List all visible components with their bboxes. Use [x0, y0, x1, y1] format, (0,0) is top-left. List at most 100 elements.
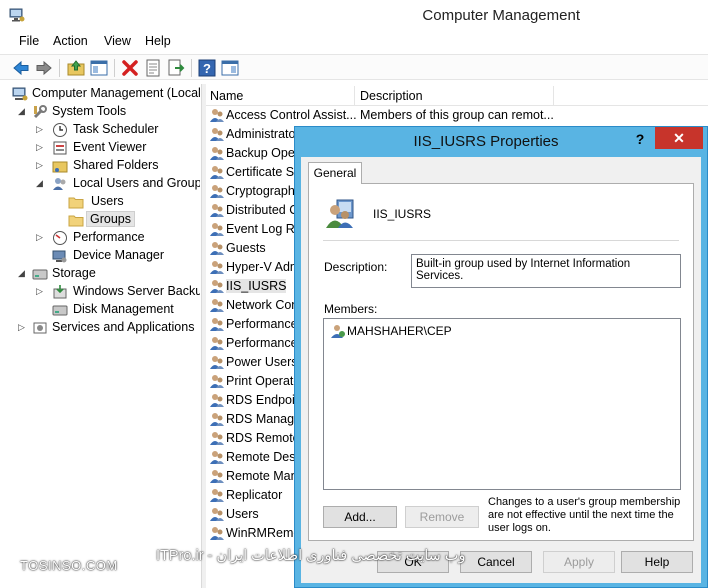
tree-item-windows-server-backup[interactable]: ▷ Windows Server Backup — [36, 283, 200, 301]
folder-icon — [68, 197, 84, 209]
menu-view[interactable]: View — [104, 34, 131, 48]
forward-arrow-icon[interactable] — [34, 58, 54, 78]
collapsed-arrow-icon[interactable]: ▷ — [36, 142, 46, 152]
users-icon — [53, 178, 66, 190]
toolbar-separator — [59, 59, 60, 77]
user-icon — [331, 325, 345, 338]
collapsed-arrow-icon[interactable]: ▷ — [36, 160, 46, 170]
menu-file[interactable]: File — [19, 34, 39, 48]
show-tree-icon[interactable] — [89, 58, 109, 78]
tree-item-performance[interactable]: ▷ Performance — [36, 229, 198, 247]
tree-item-computer-management[interactable]: Computer Management (Local — [10, 85, 200, 103]
services-icon — [33, 322, 47, 334]
toolbar: ? — [0, 54, 708, 80]
remove-button[interactable]: Remove — [405, 506, 479, 528]
group-icon — [210, 508, 224, 521]
group-icon — [210, 337, 224, 350]
tree-item-label: Storage — [52, 266, 96, 280]
watermark-right: وب سایت تخصصی فناوری اطلاعات ایران - ITP… — [156, 548, 466, 564]
tree-item-users[interactable]: Users — [66, 193, 186, 211]
help-dialog-button[interactable]: Help — [621, 551, 693, 573]
group-name-cell: Hyper-V Adm — [226, 260, 301, 274]
tree-item-storage[interactable]: ◢ Storage — [18, 265, 198, 283]
description-field[interactable]: Built-in group used by Internet Informat… — [411, 254, 681, 288]
tree-item-label: Users — [91, 194, 124, 208]
delete-icon[interactable] — [120, 58, 140, 78]
cancel-button[interactable]: Cancel — [460, 551, 532, 573]
group-icon — [210, 375, 224, 388]
group-icon — [210, 280, 224, 293]
collapsed-arrow-icon[interactable]: ▷ — [36, 124, 46, 134]
tree-item-groups[interactable]: Groups — [66, 211, 186, 229]
group-name-cell: Certificate Se — [226, 165, 302, 179]
group-icon — [210, 185, 224, 198]
group-icon — [210, 261, 224, 274]
tree-item-label: Services and Applications — [52, 320, 195, 334]
console-tree: Computer Management (Local ◢ System Tool… — [8, 84, 200, 588]
menu-help[interactable]: Help — [145, 34, 171, 48]
apply-button[interactable]: Apply — [543, 551, 615, 573]
column-divider[interactable] — [354, 86, 355, 106]
group-icon — [210, 432, 224, 445]
tab-panel-general: IIS_IUSRS Description: Built-in group us… — [308, 183, 694, 541]
up-folder-icon[interactable] — [66, 58, 86, 78]
group-name-cell: Remote Desk — [226, 450, 302, 464]
show-action-pane-icon[interactable] — [220, 58, 240, 78]
group-name-cell: Users — [226, 507, 259, 521]
help-icon[interactable]: ? — [197, 58, 217, 78]
members-list[interactable]: MAHSHAHER\CEP — [323, 318, 681, 490]
tree-item-task-scheduler[interactable]: ▷ Task Scheduler — [36, 121, 198, 139]
performance-icon — [53, 231, 67, 245]
expanded-arrow-icon[interactable]: ◢ — [18, 106, 28, 116]
tree-item-device-manager[interactable]: Device Manager — [36, 247, 198, 265]
group-icon — [210, 413, 224, 426]
column-divider[interactable] — [553, 86, 554, 106]
tree-item-label: Event Viewer — [73, 140, 147, 154]
column-header-name[interactable]: Name — [210, 89, 243, 103]
group-name-cell: Guests — [226, 241, 266, 255]
export-icon[interactable] — [166, 58, 186, 78]
tree-item-services-and-applications[interactable]: ▷ Services and Applications — [18, 319, 200, 337]
close-button[interactable]: ✕ — [655, 127, 703, 149]
group-icon — [210, 147, 224, 160]
collapsed-arrow-icon[interactable]: ▷ — [36, 232, 46, 242]
properties-icon[interactable] — [143, 58, 163, 78]
collapsed-arrow-icon[interactable]: ▷ — [36, 286, 46, 296]
device-manager-icon — [52, 250, 67, 263]
help-button[interactable]: ? — [627, 129, 653, 149]
tab-general[interactable]: General — [308, 162, 362, 184]
tree-item-label: Local Users and Groups — [73, 176, 200, 190]
tree-item-label: Performance — [73, 230, 145, 244]
tree-item-label: Groups — [86, 211, 135, 227]
membership-note: Changes to a user's group membership are… — [488, 496, 681, 534]
group-icon — [210, 242, 224, 255]
tree-item-system-tools[interactable]: ◢ System Tools — [18, 103, 198, 121]
group-row[interactable]: Access Control Assist... Members of this … — [206, 106, 708, 125]
group-icon — [210, 166, 224, 179]
tree-item-label: Task Scheduler — [73, 122, 159, 136]
collapsed-arrow-icon[interactable]: ▷ — [18, 322, 28, 332]
tree-item-event-viewer[interactable]: ▷ Event Viewer — [36, 139, 198, 157]
back-arrow-icon[interactable] — [11, 58, 31, 78]
group-icon — [210, 394, 224, 407]
dialog-body: General IIS_IUSRS Description: Built-in … — [301, 157, 701, 583]
expanded-arrow-icon[interactable]: ◢ — [18, 268, 28, 278]
tree-item-label: Windows Server Backup — [73, 284, 200, 298]
properties-dialog: IIS_IUSRS Properties ? ✕ General IIS_IUS… — [294, 126, 708, 588]
group-icon — [210, 451, 224, 464]
group-icon — [210, 470, 224, 483]
tree-item-label: Shared Folders — [73, 158, 159, 172]
group-name-cell: Performance — [226, 317, 298, 331]
tree-item-local-users-and-groups[interactable]: ◢ Local Users and Groups — [36, 175, 200, 193]
tree-item-shared-folders[interactable]: ▷ Shared Folders — [36, 157, 198, 175]
group-name-cell: WinRMRemo — [226, 526, 301, 540]
column-header-description[interactable]: Description — [360, 89, 423, 103]
add-button[interactable]: Add... — [323, 506, 397, 528]
group-icon — [210, 527, 224, 540]
group-name-cell: Replicator — [226, 488, 283, 502]
expanded-arrow-icon[interactable]: ◢ — [36, 178, 46, 188]
group-name-cell: Performance — [226, 336, 298, 350]
menu-action[interactable]: Action — [53, 34, 88, 48]
tree-item-disk-management[interactable]: Disk Management — [36, 301, 198, 319]
title-bar: Computer Management — [0, 0, 708, 32]
